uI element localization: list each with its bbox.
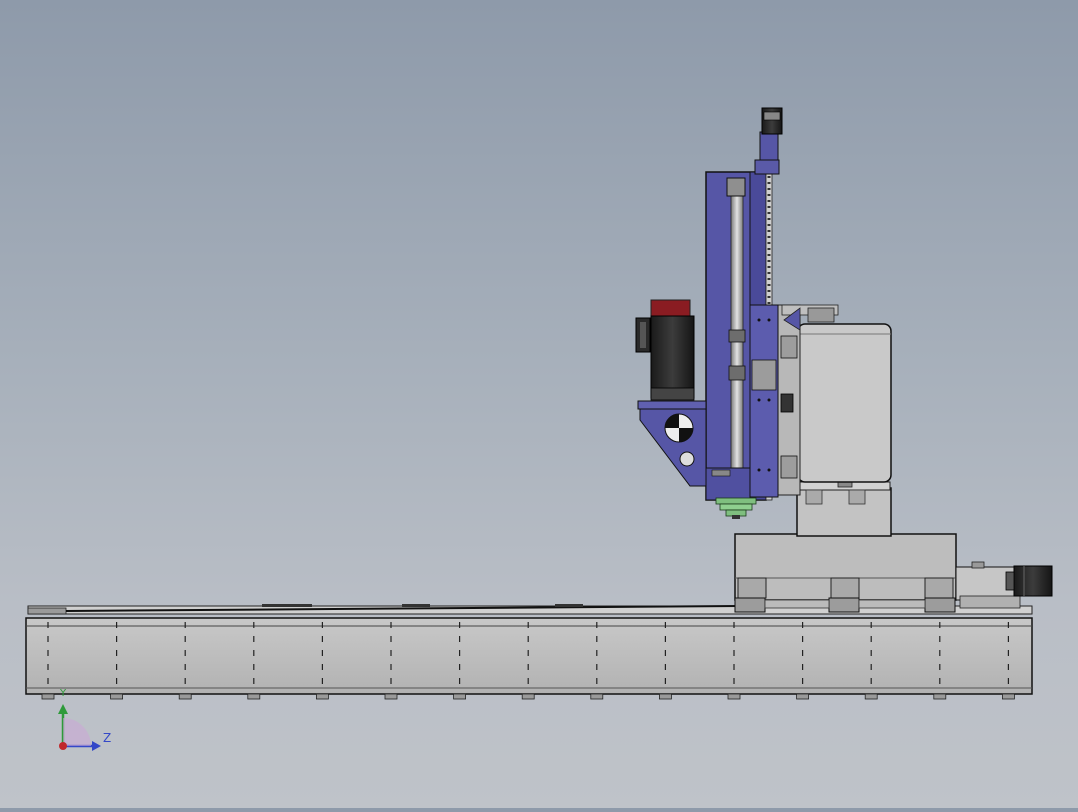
bed-foot xyxy=(521,693,535,700)
rail-tick xyxy=(767,266,771,268)
rail-tick xyxy=(767,260,771,262)
spindle-bracket xyxy=(637,400,707,487)
machine-bed[interactable] xyxy=(25,604,1033,700)
rail-tick xyxy=(767,296,771,298)
vertical-column[interactable] xyxy=(705,107,783,501)
bed-feet xyxy=(41,693,1015,700)
rail-tick xyxy=(767,272,771,274)
bed-foot xyxy=(864,693,878,700)
bed-foot xyxy=(659,693,672,700)
spindle-tool[interactable] xyxy=(715,497,757,519)
bed-foot xyxy=(933,693,947,700)
ram-housing[interactable] xyxy=(777,304,892,496)
rail-tick xyxy=(767,242,771,244)
bed-foot xyxy=(590,693,604,700)
bed-foot xyxy=(178,693,192,700)
bed-foot xyxy=(41,693,55,700)
rail-tick xyxy=(767,182,771,184)
rail-tick xyxy=(767,224,771,226)
rail-tick xyxy=(767,236,771,238)
rail-tick xyxy=(767,200,771,202)
rail-tick xyxy=(767,194,771,196)
rail-tick xyxy=(767,284,771,286)
saddle-carriage[interactable] xyxy=(734,480,957,613)
bed-foot xyxy=(315,693,329,700)
graphics-viewport[interactable]: Y Z xyxy=(0,0,1078,808)
bed-foot xyxy=(796,693,809,700)
bed-foot xyxy=(1002,693,1015,700)
x-axis-drive-motor[interactable] xyxy=(955,561,1053,609)
rail-tick xyxy=(767,254,771,256)
rail-tick xyxy=(767,176,771,178)
rail-tick xyxy=(767,230,771,232)
rail-tick xyxy=(767,278,771,280)
rail-tick xyxy=(767,302,771,304)
bed-foot xyxy=(247,693,261,700)
rail-tick xyxy=(767,248,771,250)
rail-tick xyxy=(767,206,771,208)
rail-tick xyxy=(767,212,771,214)
bed-foot xyxy=(110,693,123,700)
spindle-motor[interactable] xyxy=(635,299,695,401)
triad-z-label: Z xyxy=(103,731,112,745)
coordinate-triad xyxy=(58,704,101,751)
rail-tick xyxy=(767,290,771,292)
bed-foot xyxy=(453,693,467,700)
rail-tick xyxy=(767,188,771,190)
bed-foot xyxy=(384,693,398,700)
bed-foot xyxy=(727,693,741,700)
triad-y-label: Y xyxy=(60,688,67,699)
rail-tick xyxy=(767,218,771,220)
